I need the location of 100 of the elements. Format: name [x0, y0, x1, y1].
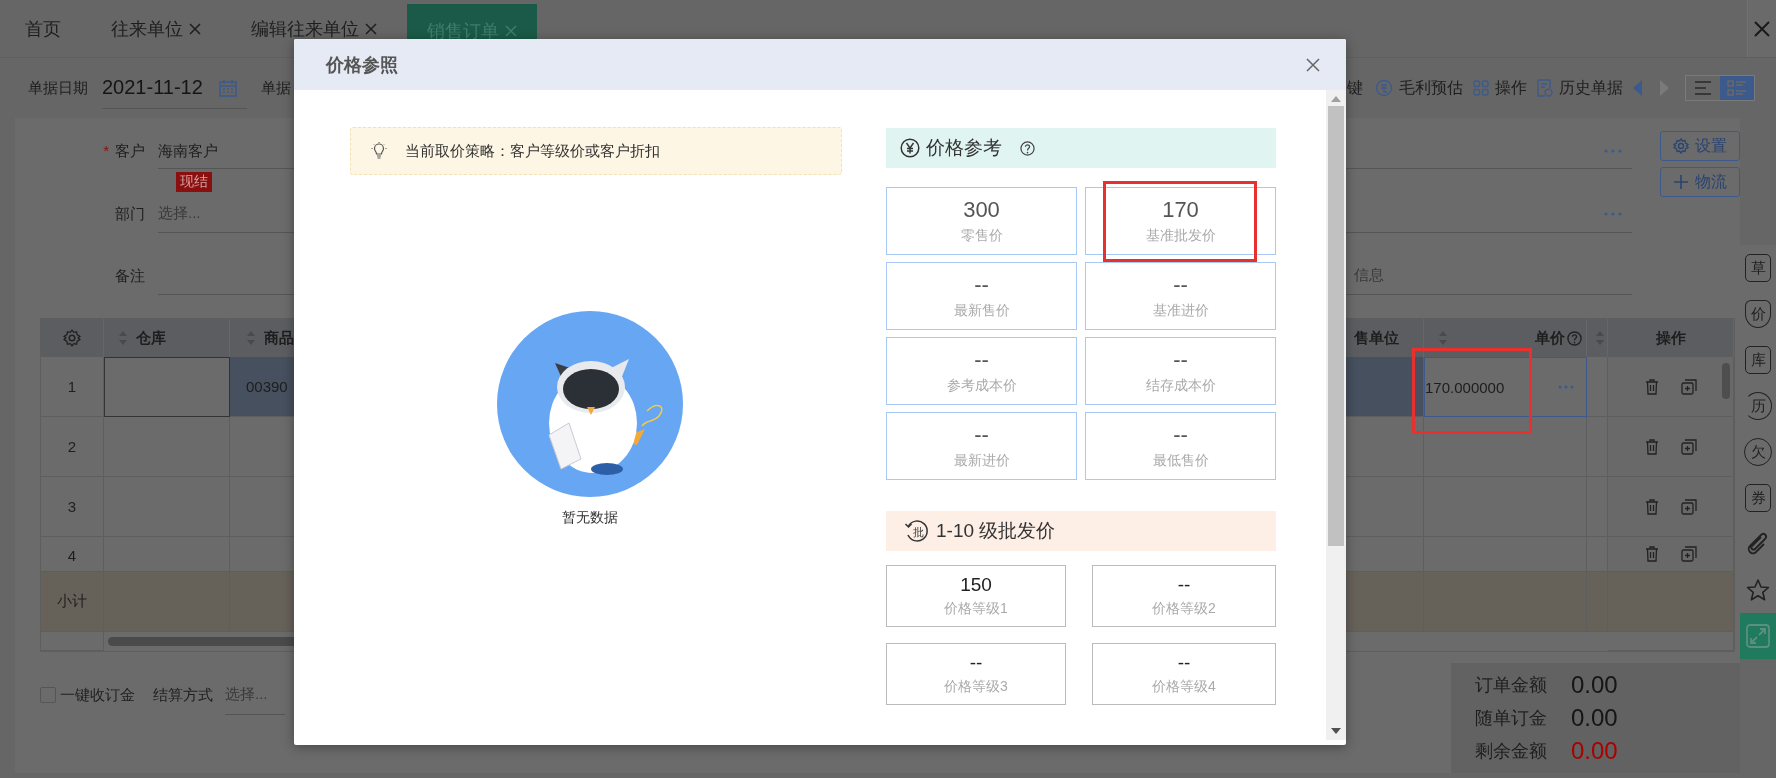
grid-icon: [1473, 80, 1489, 96]
more-icon[interactable]: [1604, 211, 1622, 216]
price-card[interactable]: -- 价格等级4: [1092, 643, 1276, 705]
copy-icon[interactable]: [1680, 378, 1697, 395]
price-card[interactable]: 150 价格等级1: [886, 565, 1066, 627]
price-label: 最新售价: [953, 302, 1010, 320]
field-label: 单据: [260, 78, 291, 98]
price-label: 价格等级1: [944, 600, 1008, 618]
previous-icon[interactable]: [1633, 80, 1643, 96]
vertical-scrollbar[interactable]: [1326, 90, 1346, 740]
more-icon[interactable]: [1604, 149, 1622, 153]
close-icon[interactable]: [505, 24, 517, 37]
price-label: 结存成本价: [1145, 377, 1216, 395]
copy-icon[interactable]: [1680, 498, 1697, 515]
subtotal-label: 小计: [41, 572, 104, 632]
sidebar-button[interactable]: 草: [1745, 254, 1771, 282]
date-field[interactable]: 2021-11-12: [102, 67, 247, 109]
close-icon[interactable]: [365, 22, 377, 35]
price-label: 参考成本价: [946, 377, 1017, 395]
tab[interactable]: 首页: [5, 0, 81, 58]
more-icon[interactable]: [1558, 385, 1574, 389]
price-card[interactable]: -- 价格等级3: [886, 643, 1066, 705]
column-header: 仓库: [136, 328, 166, 348]
field-label: 结算方式: [153, 685, 213, 705]
close-icon[interactable]: [1753, 19, 1771, 38]
sidebar-button[interactable]: 券: [1745, 484, 1771, 512]
row-number: 2: [41, 417, 104, 477]
notice-text: 当前取价策略：客户等级价或客户折扣: [405, 141, 660, 161]
lightbulb-icon: [371, 142, 387, 160]
help-icon[interactable]: [1020, 140, 1035, 156]
price-value: --: [974, 272, 989, 298]
toolbar-text: 键: [1347, 77, 1363, 98]
total-value: 0.00: [1571, 671, 1618, 699]
price-card[interactable]: -- 价格等级2: [1092, 565, 1276, 627]
yen-icon: [900, 138, 920, 158]
price-value: 170: [1162, 197, 1199, 223]
list-icon: [1694, 81, 1712, 95]
close-icon[interactable]: [1306, 57, 1320, 72]
price-cell[interactable]: 170.000000: [1424, 357, 1587, 417]
field-label: 备注: [114, 266, 146, 286]
toolbar-button[interactable]: 毛利预估: [1375, 77, 1463, 99]
delete-icon[interactable]: [1644, 498, 1659, 515]
field-label: 部门: [114, 204, 146, 224]
tab[interactable]: 往来单位: [91, 0, 221, 58]
price-card[interactable]: -- 参考成本价: [886, 337, 1077, 405]
copy-icon[interactable]: [1680, 438, 1697, 455]
price-cell[interactable]: [1424, 417, 1587, 477]
toolbar-button[interactable]: 操作: [1473, 77, 1527, 99]
price-value: --: [969, 652, 983, 674]
row-number: 3: [41, 477, 104, 537]
delete-icon[interactable]: [1644, 438, 1659, 455]
column-header: 商品: [264, 328, 294, 348]
scroll-up-icon[interactable]: [1331, 96, 1341, 102]
column-header: 售单位: [1354, 328, 1399, 348]
document-icon: [1537, 79, 1553, 97]
table-cell[interactable]: [104, 417, 230, 477]
price-card[interactable]: 170 基准批发价: [1085, 187, 1276, 255]
calendar-icon: [218, 78, 237, 97]
sidebar-button[interactable]: 库: [1745, 346, 1771, 374]
section-title: 1-10 级批发价: [936, 519, 1056, 543]
row-number: 1: [41, 357, 104, 417]
close-icon[interactable]: [189, 22, 201, 35]
copy-icon[interactable]: [1680, 546, 1697, 562]
vertical-scrollbar[interactable]: [1722, 363, 1730, 399]
price-value: --: [1177, 652, 1191, 674]
outline-button[interactable]: 设置: [1660, 131, 1740, 161]
delete-icon[interactable]: [1644, 546, 1659, 562]
expand-button[interactable]: [1740, 613, 1776, 659]
plus-icon: [1673, 174, 1689, 190]
price-label: 基准批发价: [1145, 227, 1216, 245]
price-value: --: [974, 422, 989, 448]
price-value: 300: [963, 197, 1000, 223]
price-card[interactable]: -- 基准进价: [1085, 262, 1276, 330]
scroll-down-icon[interactable]: [1331, 728, 1341, 734]
price-value: --: [1173, 272, 1188, 298]
outline-button[interactable]: 物流: [1660, 167, 1740, 197]
price-card[interactable]: -- 最低售价: [1085, 412, 1276, 480]
status-tag: 现结: [176, 172, 212, 192]
delete-icon[interactable]: [1644, 378, 1659, 395]
table-cell[interactable]: [104, 357, 230, 417]
price-card[interactable]: -- 最新进价: [886, 412, 1077, 480]
empty-text: 暂无数据: [562, 509, 618, 527]
detail-list-icon: [1727, 80, 1747, 96]
close-button[interactable]: [1747, 0, 1776, 58]
price-card[interactable]: -- 结存成本价: [1085, 337, 1276, 405]
settings-icon[interactable]: [63, 329, 81, 347]
price-value: 150: [960, 574, 992, 596]
column-header: 操作: [1655, 328, 1686, 348]
total-label: 剩余金额: [1475, 740, 1547, 763]
price-label: 价格等级4: [1152, 678, 1216, 696]
price-card[interactable]: 300 零售价: [886, 187, 1077, 255]
toolbar-button[interactable]: 历史单据: [1537, 77, 1623, 99]
view-toggle[interactable]: [1720, 76, 1754, 100]
column-header: 单价: [1535, 328, 1565, 348]
required-mark: *: [103, 142, 109, 159]
price-card[interactable]: -- 最新售价: [886, 262, 1077, 330]
checkbox[interactable]: 一键收订金: [40, 685, 135, 705]
price-label: 最新进价: [953, 452, 1010, 470]
total-value: 0.00: [1571, 737, 1618, 765]
star-icon[interactable]: [1746, 578, 1770, 602]
